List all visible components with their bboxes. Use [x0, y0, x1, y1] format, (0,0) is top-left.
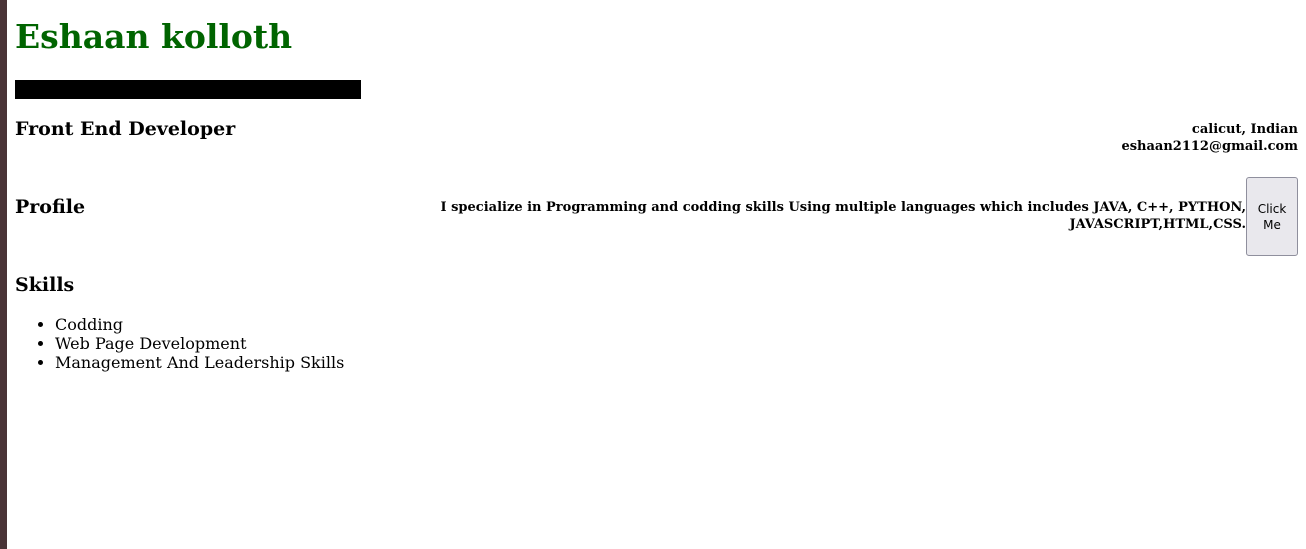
- profile-heading: Profile: [15, 196, 86, 218]
- profile-description: I specialize in Programming and codding …: [440, 200, 1247, 232]
- click-me-button[interactable]: Click Me: [1246, 177, 1298, 256]
- job-title: Front End Developer: [15, 118, 236, 140]
- list-item: Management And Leadership Skills: [55, 353, 344, 372]
- contact-location: calicut, Indian: [1191, 122, 1298, 137]
- divider-bar: [15, 80, 361, 99]
- contact-info: calicut, Indian eshaan2112@gmail.com: [1121, 121, 1298, 155]
- list-item: Codding: [55, 315, 344, 334]
- skills-list: Codding Web Page Development Management …: [15, 315, 344, 372]
- contact-email: eshaan2112@gmail.com: [1121, 139, 1298, 154]
- list-item: Web Page Development: [55, 334, 344, 353]
- skills-heading: Skills: [15, 274, 75, 296]
- page-title: Eshaan kolloth: [15, 17, 293, 56]
- left-edge-bar: [0, 0, 7, 549]
